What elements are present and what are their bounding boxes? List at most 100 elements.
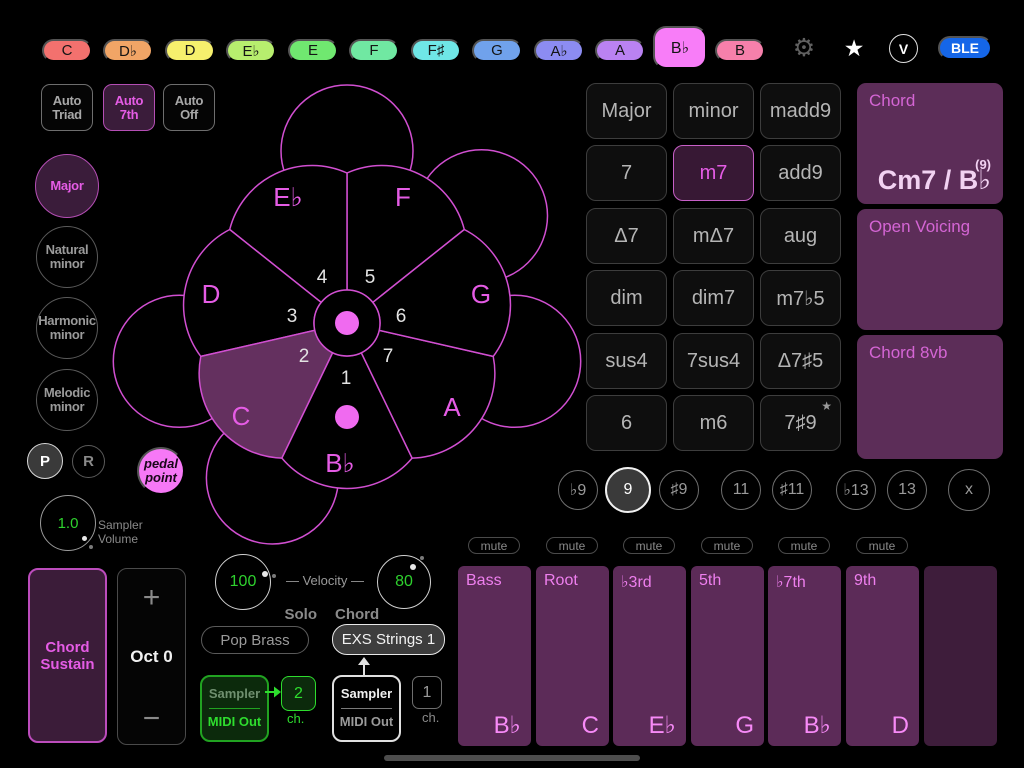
voice-column-bass[interactable]: Bass B♭	[458, 566, 531, 746]
chord-8vb-button[interactable]: Chord 8vb	[857, 335, 1003, 459]
note-button-fs[interactable]: F♯	[411, 39, 461, 62]
voice-role-label: 5th	[699, 572, 721, 590]
voice-note-label: C	[582, 712, 599, 740]
note-button-d[interactable]: D	[165, 39, 215, 62]
wheel-degree-7: 7	[383, 346, 394, 367]
home-indicator-bar[interactable]	[384, 755, 640, 761]
ext-clear-x-button[interactable]: x	[948, 469, 990, 511]
note-button-g[interactable]: G	[472, 39, 522, 62]
voice-column-5th[interactable]: 5th G	[691, 566, 764, 746]
ext-b13-button[interactable]: ♭13	[836, 470, 876, 510]
octave-down-button[interactable]: −	[118, 702, 185, 736]
note-button-db[interactable]: D♭	[103, 39, 153, 62]
solo-instrument-select[interactable]: Pop Brass	[201, 626, 309, 654]
wheel-label-eb: E♭	[273, 182, 303, 212]
divider	[209, 708, 260, 709]
quality-dim-button[interactable]: dim	[586, 270, 667, 326]
quality-major-button[interactable]: Major	[586, 83, 667, 139]
mute-5th-button[interactable]: mute	[701, 537, 753, 554]
mute-root-button[interactable]: mute	[546, 537, 598, 554]
voice-role-label: ♭3rd	[621, 572, 652, 592]
quality-aug-button[interactable]: aug	[760, 208, 841, 264]
note-button-c[interactable]: C	[42, 39, 92, 62]
octave-value: Oct 0	[118, 647, 185, 667]
quality-maj7s5-button[interactable]: Δ7♯5	[760, 333, 841, 389]
knob-indicator-dot	[82, 536, 87, 541]
scale-melodic-minor-button[interactable]: Melodic minor	[36, 369, 98, 431]
hub-dot	[335, 311, 359, 335]
divider	[341, 708, 392, 709]
quality-6-button[interactable]: 6	[586, 395, 667, 451]
quality-7-button[interactable]: 7	[586, 145, 667, 201]
mute-b3rd-button[interactable]: mute	[623, 537, 675, 554]
quality-7s9-button[interactable]: ★ 7♯9	[760, 395, 841, 451]
chord-display-panel[interactable]: Chord (9) Cm7 / B♭	[857, 83, 1003, 204]
quality-maj7-button[interactable]: Δ7	[586, 208, 667, 264]
scale-harmonic-minor-button[interactable]: Harmonic minor	[36, 297, 98, 359]
quality-7sus4-button[interactable]: 7sus4	[673, 333, 754, 389]
voice-column-root[interactable]: Root C	[536, 566, 609, 746]
solo-midi-title: Sampler	[202, 686, 267, 701]
solo-velocity-knob[interactable]: 100	[215, 554, 271, 610]
wheel-degree-2: 2	[299, 346, 310, 367]
ext-9-button-selected[interactable]: 9	[605, 467, 651, 513]
mute-9th-button[interactable]: mute	[856, 537, 908, 554]
quality-mmaj7-button[interactable]: mΔ7	[673, 208, 754, 264]
note-button-ab[interactable]: A♭	[534, 39, 584, 62]
open-voicing-button[interactable]: Open Voicing	[857, 209, 1003, 330]
solo-midi-out-button[interactable]: Sampler MIDI Out	[200, 675, 269, 742]
chord-midi-out-button[interactable]: Sampler MIDI Out	[332, 675, 401, 742]
note-button-b[interactable]: B	[715, 39, 765, 62]
mute-b7th-button[interactable]: mute	[778, 537, 830, 554]
wheel-label-g: G	[471, 279, 491, 309]
auto-triad-button[interactable]: Auto Triad	[41, 84, 93, 131]
ext-11-button[interactable]: 11	[721, 470, 761, 510]
note-button-f[interactable]: F	[349, 39, 399, 62]
note-button-bb-selected[interactable]: B♭	[653, 26, 707, 69]
sampler-volume-knob[interactable]: 1.0	[40, 495, 96, 551]
favorites-star-icon[interactable]: ★	[839, 33, 869, 63]
wheel-label-bb: B♭	[325, 448, 355, 478]
voicing-v-button[interactable]: V	[889, 34, 918, 63]
ext-s11-button[interactable]: ♯11	[772, 470, 812, 510]
solo-midi-channel-box[interactable]: 2	[281, 676, 316, 711]
wheel-degree-6: 6	[396, 306, 407, 327]
quality-madd9-button[interactable]: madd9	[760, 83, 841, 139]
favorite-quality-star-icon: ★	[821, 399, 832, 413]
chord-midi-channel-box[interactable]: 1	[412, 676, 442, 709]
settings-gear-icon[interactable]: ⚙	[789, 33, 819, 63]
sampler-volume-value: 1.0	[58, 515, 79, 532]
quality-m7b5-button[interactable]: m7♭5	[760, 270, 841, 326]
current-chord-name: Cm7 / B♭	[878, 165, 991, 196]
voice-note-label: G	[735, 712, 754, 740]
chord-velocity-knob[interactable]: 80	[377, 555, 431, 609]
quality-minor-button[interactable]: minor	[673, 83, 754, 139]
octave-up-button[interactable]: +	[118, 581, 185, 615]
voice-column-b7th[interactable]: ♭7th B♭	[768, 566, 841, 746]
scale-natural-minor-button[interactable]: Natural minor	[36, 226, 98, 288]
quality-m6-button[interactable]: m6	[673, 395, 754, 451]
ext-s9-button[interactable]: ♯9	[659, 470, 699, 510]
ext-13-button[interactable]: 13	[887, 470, 927, 510]
quality-add9-button[interactable]: add9	[760, 145, 841, 201]
voice-column-b3rd[interactable]: ♭3rd E♭	[613, 566, 686, 746]
white-up-arrow-icon	[356, 657, 372, 675]
app-screen: C D♭ D E♭ E F F♯ G A♭ A B♭ B ⚙ ★ V BLE A…	[0, 0, 1024, 768]
quality-m7-button-selected[interactable]: m7	[673, 145, 754, 201]
wheel-label-c: C	[232, 401, 251, 431]
voice-column-9th[interactable]: 9th D	[846, 566, 919, 746]
voice-note-label: E♭	[649, 711, 676, 740]
quality-dim7-button[interactable]: dim7	[673, 270, 754, 326]
mute-bass-button[interactable]: mute	[468, 537, 520, 554]
wheel-label-d: D	[202, 279, 221, 309]
note-button-e[interactable]: E	[288, 39, 338, 62]
ext-b9-button[interactable]: ♭9	[558, 470, 598, 510]
note-button-a[interactable]: A	[595, 39, 645, 62]
p-toggle-button[interactable]: P	[27, 443, 63, 479]
voice-column-empty[interactable]	[924, 566, 997, 746]
bluetooth-ble-button[interactable]: BLE	[938, 36, 992, 60]
note-button-eb[interactable]: E♭	[226, 39, 276, 62]
chord-sustain-button[interactable]: Chord Sustain	[28, 568, 107, 743]
quality-sus4-button[interactable]: sus4	[586, 333, 667, 389]
chord-instrument-select[interactable]: EXS Strings 1	[332, 624, 445, 655]
